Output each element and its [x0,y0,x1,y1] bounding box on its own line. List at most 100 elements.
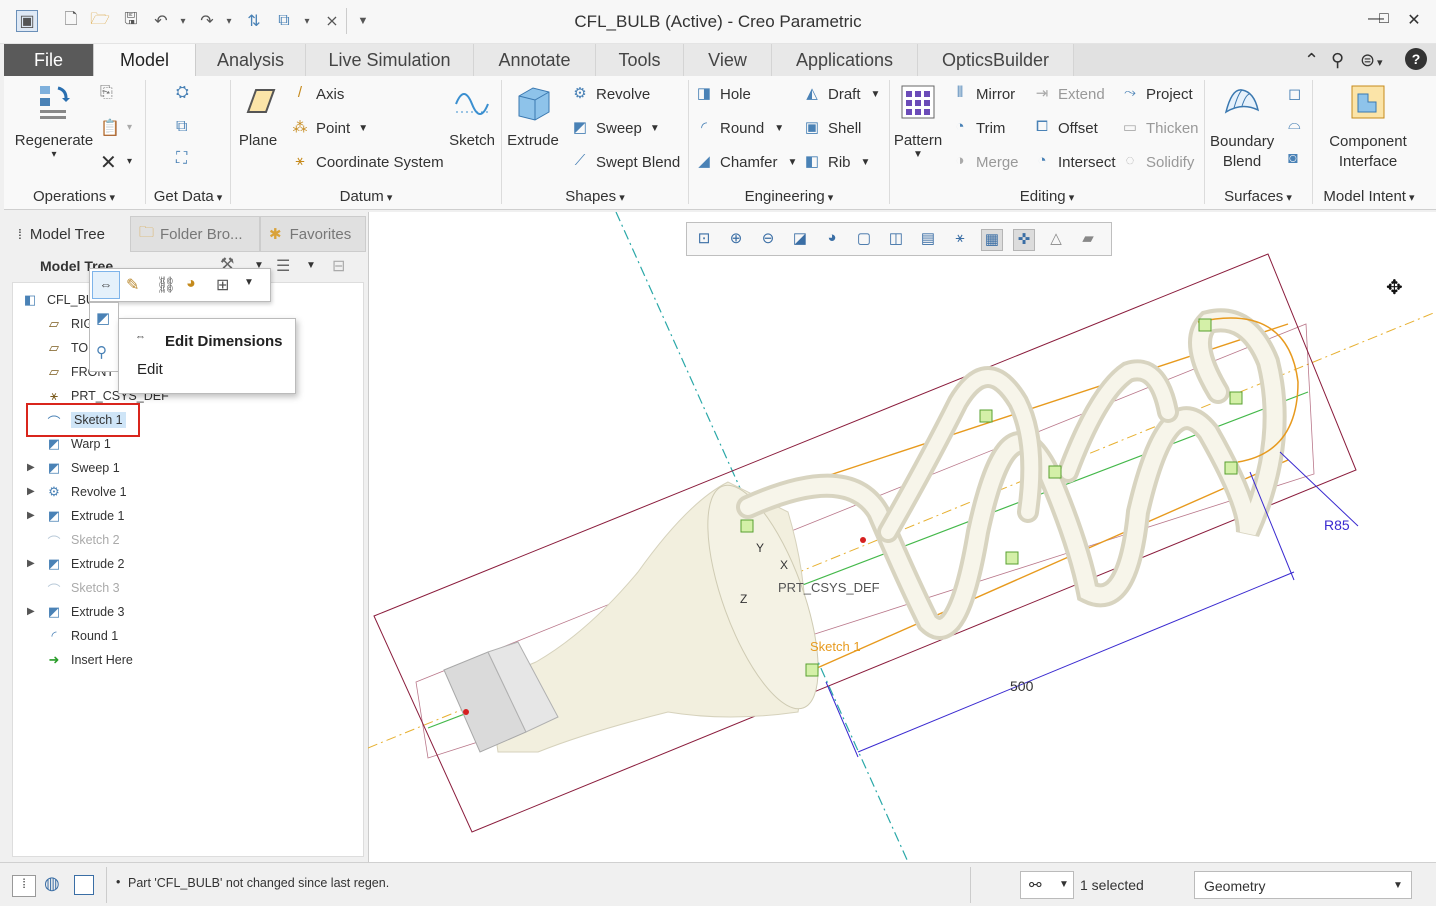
close-button[interactable]: ✕ [1402,10,1426,32]
browser-toggle-icon[interactable]: ◍ [44,873,60,894]
tree-columns-icon[interactable]: ☰ [276,256,290,276]
chamfer-dropdown-icon[interactable]: ▼ [788,157,798,168]
hide-icon[interactable]: ◕ [186,275,196,293]
tree-item[interactable]: ⌒ Sketch 2 [45,529,119,551]
sweep-button[interactable]: ◩ Sweep ▼ [570,118,660,138]
tree-item[interactable]: ◜ Round 1 [45,625,118,647]
mini-toolbar-dropdown-icon[interactable]: ▼ [244,277,254,288]
tree-item[interactable]: ▱ TO [45,337,88,359]
dimension-length-label[interactable]: 500 [1010,678,1034,694]
selection-filter-dropdown[interactable]: Geometry ▼ [1194,871,1412,899]
shell-button[interactable]: ▣ Shell [802,118,861,138]
tree-filter-icon[interactable]: ⊟ [332,256,345,276]
sketch-button[interactable]: Sketch [446,82,498,149]
zoom-in-icon[interactable]: ⊕ [725,229,747,251]
delete-dropdown-icon[interactable]: ▾ [127,156,132,167]
edit-references-icon[interactable]: ⛓ [156,275,176,295]
style-icon[interactable]: ◙ [1288,150,1298,168]
axis-button[interactable]: / Axis [290,84,344,104]
repaint-icon[interactable]: ◪ [789,229,811,251]
copy-geometry-icon[interactable]: ⧉ [176,118,187,136]
tab-file[interactable]: File [4,44,93,76]
tab-folder-browser[interactable]: 🗀 Folder Bro... [130,216,260,252]
trim-button[interactable]: ◔ Trim [950,118,1005,138]
tree-expander-icon[interactable]: ▶ [27,486,35,497]
hole-button[interactable]: ◨ Hole [694,84,751,104]
user-defined-feature-icon[interactable]: ⛭ [176,84,189,102]
zoom-out-icon[interactable]: ⊖ [757,229,779,251]
mirror-button[interactable]: ⫴ Mirror [950,84,1015,104]
chamfer-button[interactable]: ◢ Chamfer ▼ [694,152,797,172]
community-dropdown-icon[interactable]: ▾ [1377,56,1383,69]
point-dropdown-icon[interactable]: ▼ [358,123,368,134]
graphics-canvas[interactable]: PRT_CSYS_DEF Sketch 1 500 R85 Y X Z ✥ [368,212,1436,862]
boundary-blend-button[interactable]: Boundary Blend [1208,82,1276,172]
tree-item[interactable]: ⚙ Revolve 1 [45,481,126,503]
tree-expander-icon[interactable]: ▶ [27,510,35,521]
draft-button[interactable]: ◭ Draft ▼ [802,84,880,104]
refit-icon[interactable]: ⊡ [693,229,715,251]
tree-item[interactable]: ◩ Sweep 1 [45,457,120,479]
collapse-ribbon-icon[interactable]: ⌃ [1304,50,1319,71]
view-manager-icon[interactable]: ◫ [885,229,907,251]
tree-item[interactable]: ▱ RIG [45,313,93,335]
tree-expander-icon[interactable]: ▶ [27,462,35,473]
round-button[interactable]: ◜ Round ▼ [694,118,784,138]
tab-view[interactable]: View [684,44,772,76]
tree-item[interactable]: ➜ Insert Here [45,649,133,671]
revolve-button[interactable]: ⚙ Revolve [570,84,650,104]
tab-live-simulation[interactable]: Live Simulation [306,44,474,76]
tree-expander-icon[interactable]: ▶ [27,606,35,617]
tab-analysis[interactable]: Analysis [196,44,306,76]
tree-item[interactable]: ◩ Warp 1 [45,433,111,455]
context-menu-edit[interactable]: Edit [137,361,163,378]
tab-applications[interactable]: Applications [772,44,918,76]
search-icon[interactable]: ⚲ [1331,50,1344,71]
rib-dropdown-icon[interactable]: ▼ [861,157,871,168]
edit-dimensions-icon[interactable]: ⇔ [92,271,120,299]
plane-button[interactable]: Plane [234,82,282,149]
suppress-icon[interactable]: ⊞ [216,275,229,295]
tab-model-tree[interactable]: ⁞ Model Tree [10,216,130,252]
tree-item[interactable]: ◩ Extrude 3 [45,601,125,623]
spin-center-icon[interactable]: ✜ [1013,229,1035,251]
community-icon[interactable]: ⊜ [1360,50,1375,71]
appearance-icon[interactable]: △ [1045,229,1067,251]
maximize-icon[interactable]: □ [1372,10,1396,32]
group-label-model-intent[interactable]: Model Intent [1314,188,1424,208]
display-style-icon[interactable]: ◕ [821,229,843,251]
sketch-label[interactable]: Sketch 1 [810,639,861,654]
pattern-button[interactable]: Pattern ▼ [892,82,944,160]
delete-icon[interactable]: ✕ [100,150,117,175]
freestyle-icon[interactable]: ⌓ [1288,116,1301,134]
group-label-operations[interactable]: Operations [4,188,144,208]
intersect-button[interactable]: ◔ Intersect [1032,152,1115,172]
group-label-get-data[interactable]: Get Data [146,188,230,208]
pattern-dropdown-icon[interactable]: ▼ [892,149,944,160]
tab-tools[interactable]: Tools [596,44,684,76]
group-label-surfaces[interactable]: Surfaces [1206,188,1310,208]
dimension-radius-label[interactable]: R85 [1324,517,1350,533]
annotation-display-icon[interactable]: ▦ [981,229,1003,251]
datum-display-icon[interactable]: ⚹ [949,229,971,251]
feature-info-icon[interactable]: ◩ [96,309,110,327]
context-menu-edit-dimensions[interactable]: Edit Dimensions [165,333,283,350]
csys-label[interactable]: PRT_CSYS_DEF [778,580,880,595]
rib-button[interactable]: ◧ Rib ▼ [802,152,871,172]
coordinate-system-button[interactable]: ⚹ Coordinate System [290,152,443,172]
group-label-shapes[interactable]: Shapes [502,188,688,208]
view-tools-icon[interactable]: ▰ [1077,229,1099,251]
point-button[interactable]: ⁂ Point ▼ [290,118,369,138]
draft-dropdown-icon[interactable]: ▼ [871,89,881,100]
tab-opticsbuilder[interactable]: OpticsBuilder [918,44,1074,76]
swept-blend-button[interactable]: ⟋ Swept Blend [570,152,681,172]
sweep-dropdown-icon[interactable]: ▼ [650,123,660,134]
shrinkwrap-icon[interactable]: ⛶ [176,150,187,168]
round-dropdown-icon[interactable]: ▼ [774,123,784,134]
tree-item[interactable]: ◩ Extrude 2 [45,553,125,575]
tab-model[interactable]: Model [93,44,196,76]
navigator-toggle-icon[interactable]: ⁞ [12,875,36,897]
tab-annotate[interactable]: Annotate [474,44,596,76]
search-feature-icon[interactable]: ⚲ [96,343,107,361]
tree-item[interactable]: ◩ Extrude 1 [45,505,125,527]
